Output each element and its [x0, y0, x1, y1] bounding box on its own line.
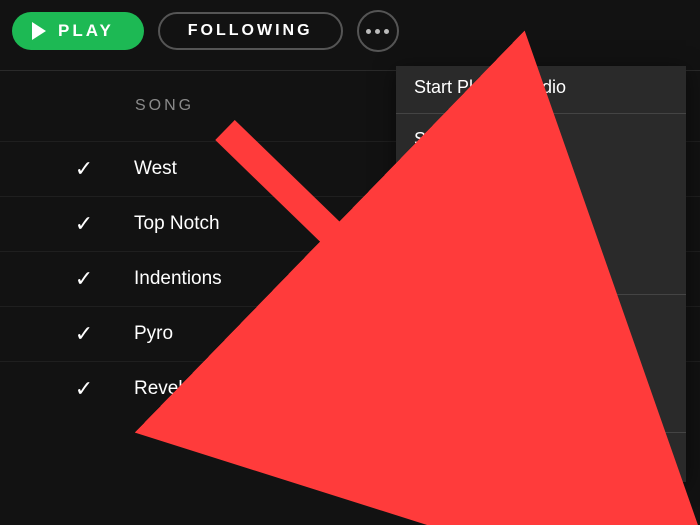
track-title: Pyro — [134, 323, 173, 345]
play-icon — [32, 22, 46, 40]
play-button-label: PLAY — [58, 21, 114, 41]
menu-separator — [396, 432, 686, 433]
ellipsis-icon — [384, 29, 389, 34]
track-title: West — [134, 158, 177, 180]
menu-item-copy-embed-code[interactable]: Copy Embed Code — [396, 247, 686, 290]
menu-separator — [396, 294, 686, 295]
check-icon: ✓ — [70, 156, 98, 182]
track-title: Indentions — [134, 268, 222, 290]
check-icon: ✓ — [70, 211, 98, 237]
check-icon: ✓ — [70, 321, 98, 347]
playlist-toolbar: PLAY FOLLOWING — [0, 0, 700, 70]
menu-item-start-playlist-radio[interactable]: Start Playlist Radio — [396, 66, 686, 109]
menu-item-unfollow[interactable]: Unfollow — [396, 385, 686, 428]
ellipsis-icon — [375, 29, 380, 34]
check-icon: ✓ — [70, 266, 98, 292]
menu-item-collaborative-playlist: Collaborative Playlist — [396, 299, 686, 342]
menu-separator — [396, 113, 686, 114]
menu-item-copy-playlist-link[interactable]: Copy Playlist Link — [396, 161, 686, 204]
column-song: SONG — [135, 97, 194, 115]
more-options-button[interactable] — [357, 10, 399, 52]
ellipsis-icon — [366, 29, 371, 34]
track-title: Revelry — [134, 378, 198, 400]
menu-item-make-public: Make Public — [396, 342, 686, 385]
menu-item-available-offline[interactable]: Available Offline — [396, 437, 686, 480]
play-button[interactable]: PLAY — [12, 12, 144, 50]
following-button[interactable]: FOLLOWING — [158, 12, 343, 50]
check-icon: ✓ — [70, 376, 98, 402]
menu-item-share[interactable]: Share... — [396, 118, 686, 161]
track-title: Top Notch — [134, 213, 220, 235]
menu-item-copy-spotify-uri[interactable]: Copy Spotify URI — [396, 204, 686, 247]
context-menu: Start Playlist Radio Share... Copy Playl… — [396, 66, 686, 482]
